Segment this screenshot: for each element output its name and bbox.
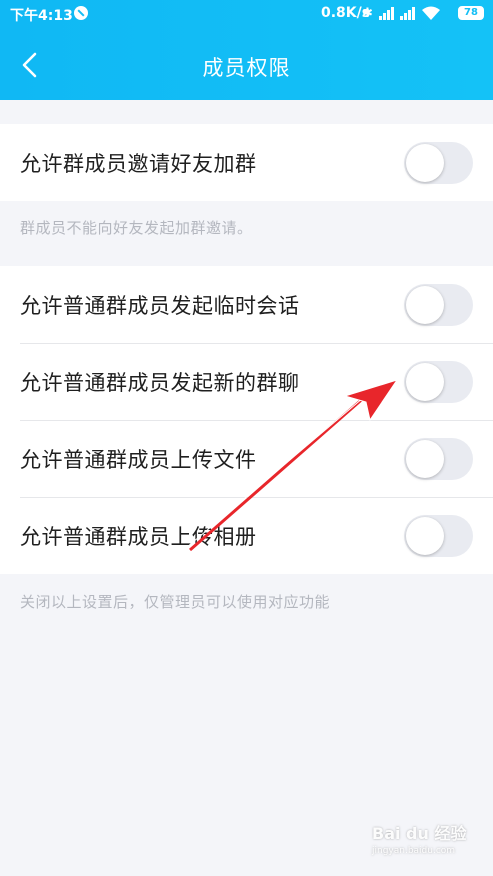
baidu-watermark: Bai du 经验 jingyan.baidu.com	[372, 820, 482, 870]
toggle-knob	[406, 285, 444, 324]
toggle-temp-chat[interactable]	[404, 283, 473, 326]
signal-icon	[378, 6, 394, 20]
setting-row-upload-file: 允许普通群成员上传文件	[0, 420, 493, 497]
bluetooth-icon: ✱	[362, 5, 373, 21]
app-header: 下午4:13 0.8K/s ✱ 78 成员权限	[0, 0, 493, 100]
signal-icon-2	[399, 6, 415, 20]
toggle-allow-invite[interactable]	[404, 141, 473, 184]
status-time: 下午4:13	[10, 8, 73, 24]
invite-note: 群成员不能向好友发起加群邀请。	[20, 219, 253, 237]
setting-row-new-group-chat: 允许普通群成员发起新的群聊	[0, 343, 493, 420]
setting-label: 允许普通群成员上传文件	[20, 447, 257, 472]
status-bar: 下午4:13 0.8K/s ✱ 78	[0, 0, 493, 28]
toggle-knob	[406, 439, 444, 478]
toggle-knob	[406, 362, 444, 401]
battery-icon: 78	[458, 6, 484, 20]
watermark-text: Bai du 经验	[372, 824, 467, 843]
setting-label: 允许普通群成员发起新的群聊	[20, 370, 300, 395]
toggle-upload-file[interactable]	[404, 437, 473, 480]
settings-group-member: 允许普通群成员发起临时会话 允许普通群成员发起新的群聊 允许普通群成员上传文件 …	[0, 266, 493, 574]
setting-label: 允许群成员邀请好友加群	[20, 151, 257, 176]
toggle-new-group-chat[interactable]	[404, 360, 473, 403]
wifi-icon	[421, 6, 440, 20]
watermark-sub: jingyan.baidu.com	[372, 846, 456, 856]
setting-row-upload-album: 允许普通群成员上传相册	[0, 497, 493, 574]
settings-group-invite: 允许群成员邀请好友加群	[0, 124, 493, 201]
status-icons: ✱	[362, 4, 441, 22]
setting-row-allow-invite: 允许群成员邀请好友加群	[0, 124, 493, 201]
toggle-knob	[406, 516, 444, 555]
page-title: 成员权限	[202, 56, 291, 80]
setting-row-temp-chat: 允许普通群成员发起临时会话	[0, 266, 493, 343]
toggle-upload-album[interactable]	[404, 514, 473, 557]
setting-label: 允许普通群成员上传相册	[20, 524, 257, 549]
do-not-disturb-icon	[74, 6, 88, 20]
toggle-knob	[406, 143, 444, 182]
member-note: 关闭以上设置后，仅管理员可以使用对应功能	[20, 593, 331, 611]
setting-label: 允许普通群成员发起临时会话	[20, 293, 300, 318]
